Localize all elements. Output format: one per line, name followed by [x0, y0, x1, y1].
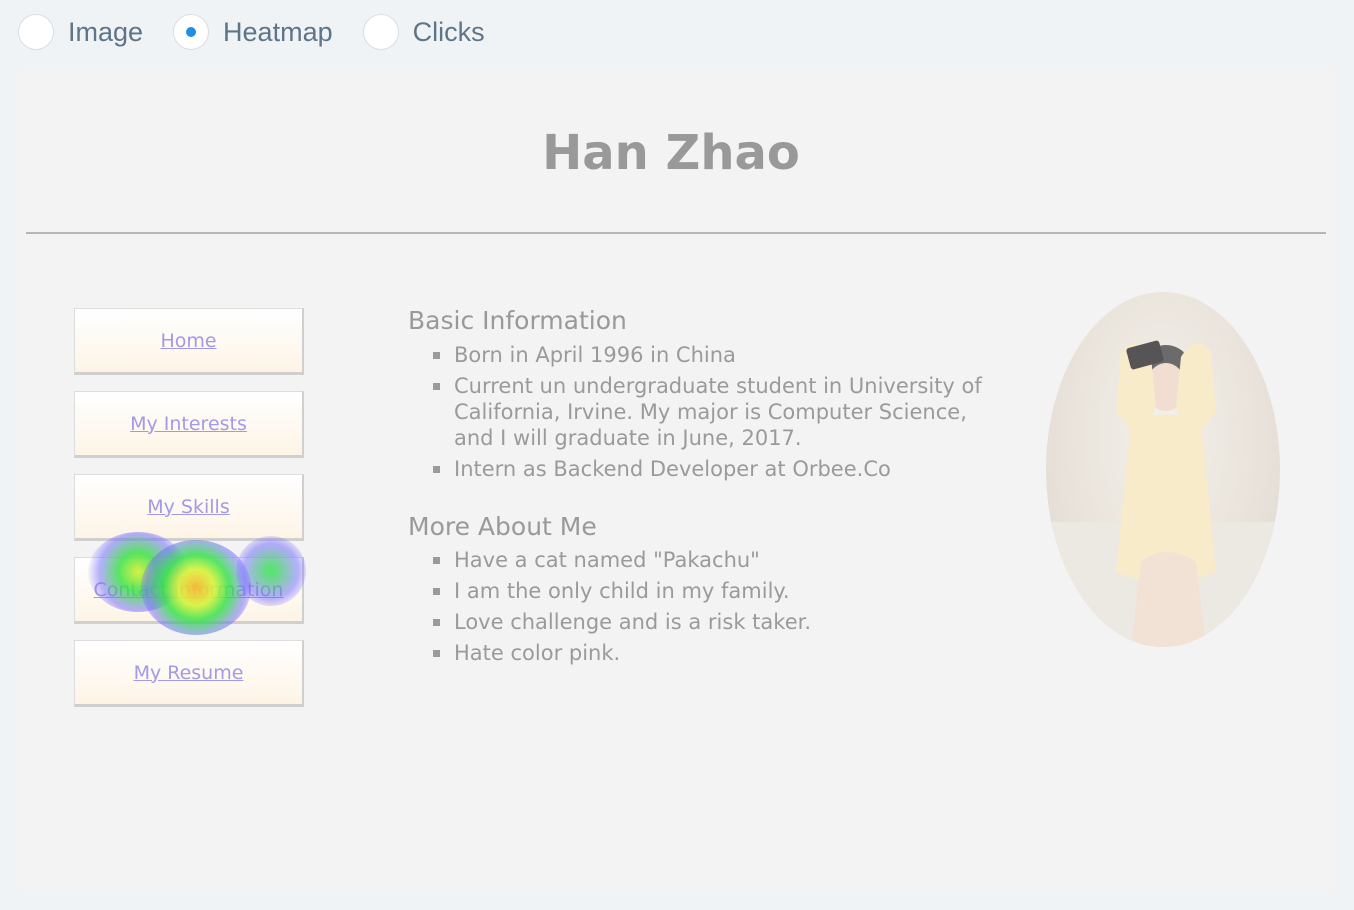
- radio-clicks[interactable]: [362, 14, 399, 50]
- nav-interests-button[interactable]: My Interests: [74, 391, 304, 458]
- mode-label-heatmap: Heatmap: [223, 16, 333, 47]
- list-item: Love challenge and is a risk taker.: [433, 609, 984, 635]
- mode-option-clicks[interactable]: Clicks: [362, 14, 485, 50]
- view-mode-selector: Image Heatmap Clicks: [18, 13, 515, 51]
- list-item: I am the only child in my family.: [433, 578, 984, 604]
- more-about-heading: More About Me: [408, 512, 597, 541]
- radio-image[interactable]: [18, 14, 54, 50]
- mode-option-image[interactable]: Image: [18, 14, 143, 50]
- title-divider: [26, 232, 1326, 234]
- radio-selected-dot: [186, 27, 197, 37]
- radio-heatmap[interactable]: [173, 14, 210, 50]
- mode-label-image: Image: [68, 16, 144, 47]
- list-item: Hate color pink.: [433, 640, 984, 666]
- nav-home-button[interactable]: Home: [74, 308, 304, 375]
- list-item: Have a cat named "Pakachu": [433, 547, 984, 573]
- mode-option-heatmap[interactable]: Heatmap: [173, 14, 333, 50]
- list-item: Intern as Backend Developer at Orbee.Co: [433, 456, 984, 482]
- nav-contact-button[interactable]: Contact Information: [74, 557, 304, 624]
- page-title: Han Zhao: [542, 125, 800, 181]
- list-item: Born in April 1996 in China: [433, 342, 984, 368]
- mode-label-clicks: Clicks: [412, 16, 485, 47]
- basic-info-list: Born in April 1996 in China Current un u…: [433, 342, 984, 487]
- page-preview-frame: Han Zhao Home My Interests My Skills Con…: [16, 70, 1336, 890]
- list-item: Current un undergraduate student in Univ…: [433, 373, 984, 451]
- profile-photo-illustration: [1046, 340, 1280, 647]
- profile-photo: [1046, 292, 1280, 647]
- nav-skills-button[interactable]: My Skills: [74, 474, 304, 541]
- basic-info-heading: Basic Information: [408, 306, 627, 335]
- nav-resume-button[interactable]: My Resume: [74, 640, 304, 707]
- more-about-list: Have a cat named "Pakachu" I am the only…: [433, 547, 984, 671]
